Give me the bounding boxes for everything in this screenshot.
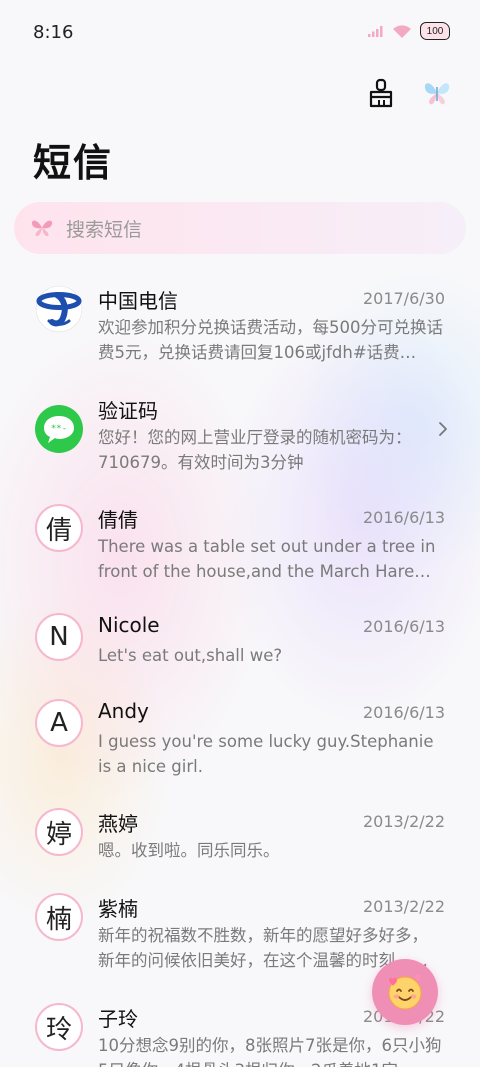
wifi-icon (393, 24, 411, 38)
chevron-right-icon (439, 422, 447, 436)
avatar: 婷 (35, 808, 83, 856)
toolbar (364, 76, 454, 110)
avatar: 玲 (35, 1003, 83, 1051)
conversation-name: 验证码 (98, 399, 158, 423)
conversation-item-qianqian[interactable]: 倩 倩倩 2016/6/13 There was a table set out… (0, 504, 480, 604)
message-bubble-icon: **- (35, 405, 83, 453)
avatar: A (35, 699, 83, 747)
conversation-item-andy[interactable]: A Andy 2016/6/13 I guess you're some luc… (0, 699, 480, 799)
conversation-date: 2016/6/13 (362, 703, 445, 722)
butterfly-search-icon (31, 220, 53, 237)
conversation-name: 紫楠 (98, 897, 138, 921)
conversation-date: 2017/6/30 (362, 289, 445, 308)
conversation-preview: I guess you're some lucky guy.Stephanie … (98, 732, 434, 776)
conversation-item-china-telecom[interactable]: 中国电信 2017/6/30 欢迎参加积分兑换话费活动，每500分可兑换话费5元… (0, 285, 480, 385)
avatar: **- (35, 405, 83, 453)
svg-text:**-: **- (51, 424, 67, 434)
butterfly-icon (424, 83, 450, 105)
conversation-preview: 欢迎参加积分兑换话费活动，每500分可兑换话费5元，兑换话费请回复106或jfd… (98, 318, 443, 362)
search-placeholder: 搜索短信 (66, 218, 143, 241)
conversation-name: Andy (98, 699, 149, 723)
smiley-face-icon (388, 974, 422, 1010)
avatar: N (35, 613, 83, 661)
conversation-item-verification-code[interactable]: **- 验证码 您好！您的网上营业厅登录的随机密码为：710679。有效时间为3… (0, 395, 480, 495)
compose-button[interactable] (372, 959, 438, 1025)
clean-button[interactable] (364, 76, 398, 110)
theme-button[interactable] (420, 76, 454, 110)
conversation-preview: Let's eat out,shall we? (98, 646, 283, 665)
conversation-name: 中国电信 (98, 289, 178, 313)
conversation-preview: 您好！您的网上营业厅登录的随机密码为：710679。有效时间为3分钟 (98, 428, 412, 472)
signal-icon (368, 26, 383, 37)
search-bar[interactable]: 搜索短信 (14, 202, 466, 254)
avatar (35, 285, 83, 333)
conversation-preview: There was a table set out under a tree i… (98, 537, 436, 581)
conversation-date: 2016/6/13 (362, 617, 445, 636)
brush-icon (369, 78, 393, 108)
conversation-date: 2013/2/22 (362, 897, 445, 916)
conversation-item-yanting[interactable]: 婷 燕婷 2013/2/22 嗯。收到啦。同乐同乐。 (0, 808, 480, 878)
conversation-name: 倩倩 (98, 508, 138, 532)
status-bar: 8:16 100 (0, 0, 480, 68)
china-telecom-logo-icon (35, 285, 83, 333)
conversation-preview: 嗯。收到啦。同乐同乐。 (98, 841, 280, 860)
conversation-name: Nicole (98, 613, 160, 637)
battery-level: 100 (426, 25, 444, 37)
page-title: 短信 (33, 141, 114, 185)
conversation-item-nicole[interactable]: N Nicole 2016/6/13 Let's eat out,shall w… (0, 613, 480, 683)
status-time: 8:16 (33, 22, 74, 43)
conversation-date: 2013/2/22 (362, 812, 445, 831)
conversation-preview: 10分想念9别的你，8张照片7张是你，6只小狗5只像你，4根骨头3根归你，2爪着… (98, 1036, 442, 1067)
status-icons: 100 (368, 22, 450, 40)
avatar: 楠 (35, 893, 83, 941)
avatar: 倩 (35, 504, 83, 552)
battery-icon: 100 (420, 22, 450, 40)
conversation-date: 2016/6/13 (362, 508, 445, 527)
conversation-name: 子玲 (98, 1007, 138, 1031)
conversation-name: 燕婷 (98, 812, 138, 836)
